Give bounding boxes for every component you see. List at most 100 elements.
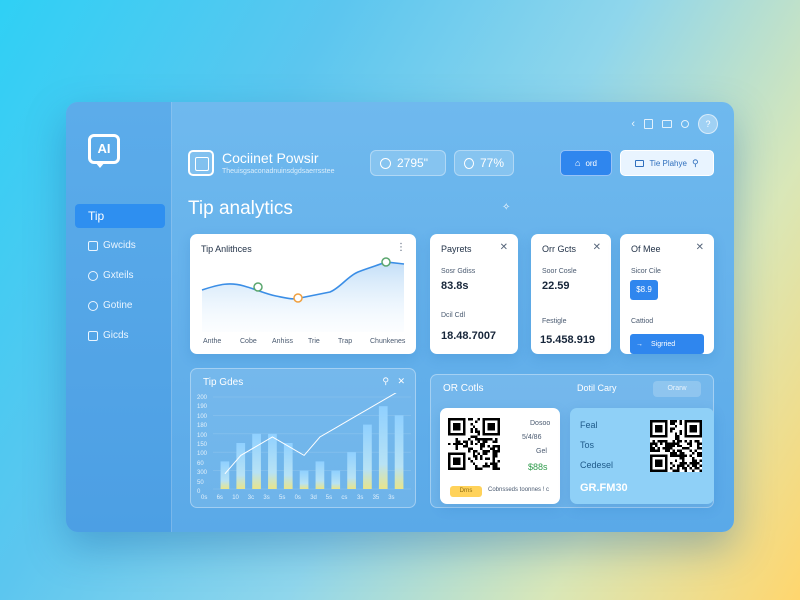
sidebar-item-label: Tip [88, 209, 105, 223]
qr-footer: Cobnsseds toonnes ! c [488, 487, 550, 493]
stat-pill-count[interactable]: 2795" [370, 150, 446, 176]
y-tick: 60 [197, 460, 204, 467]
qr-code[interactable] [448, 418, 500, 470]
primary-button[interactable]: ⌂ ord [560, 150, 612, 176]
x-tick: 3s [263, 495, 270, 501]
bar[interactable] [283, 443, 293, 489]
data-point [381, 257, 391, 267]
stat-value: 77% [479, 156, 504, 170]
stat-label: Dcil Cdl [441, 312, 466, 319]
secondary-button[interactable]: Tie Plahye ⚲ [620, 150, 714, 176]
grid-icon [88, 241, 98, 251]
bar[interactable] [299, 470, 309, 489]
search-icon[interactable]: ⚲ [382, 376, 389, 387]
back-icon[interactable]: ‹ [631, 118, 635, 130]
value-badge[interactable]: $8.9 [630, 280, 658, 300]
x-tick: 3c [247, 495, 255, 501]
x-tick: 10 [232, 495, 239, 501]
bar[interactable] [220, 461, 230, 489]
brand-subtitle: Theuisgsaconadnuinsdgdsaerrsstee [222, 168, 335, 175]
bar[interactable] [315, 461, 325, 489]
bar[interactable] [236, 443, 246, 489]
sidebar-item-gicds[interactable]: Gicds [75, 324, 165, 348]
y-tick: 100 [197, 432, 208, 439]
avatar[interactable]: ? [698, 114, 718, 134]
submit-button[interactable]: → Sigrried [630, 334, 704, 354]
topbar-controls: ‹ ? [631, 114, 718, 134]
y-tick: 100 [197, 413, 208, 420]
qr-line: Tos [580, 440, 595, 450]
tip-line-chart [201, 257, 405, 332]
bar[interactable] [378, 406, 388, 489]
y-tick: 150 [197, 442, 208, 448]
app-logo[interactable]: AI [88, 134, 120, 168]
window-icon[interactable] [662, 120, 672, 128]
panel-button-label: Orarw [667, 385, 687, 392]
qr-line: 5/4/86 [522, 434, 542, 441]
x-tick: Cobe [240, 338, 257, 345]
stat-pill-percent[interactable]: 77% [454, 150, 514, 176]
sidebar-item-gotine[interactable]: Gotine [75, 294, 165, 318]
stat-label: Soor Cosle [542, 268, 577, 275]
x-tick: 5s [279, 495, 286, 501]
y-tick: 100 [197, 451, 208, 458]
card-title: Payrets [441, 244, 472, 254]
status-badge: Drns [450, 486, 482, 497]
more-icon[interactable]: ⋮ [396, 242, 406, 253]
y-tick: 0 [197, 489, 201, 495]
sidebar-item-gwcids[interactable]: Gwcids [75, 234, 165, 258]
panel-button[interactable]: Orarw [653, 381, 701, 397]
tip-codes-bar-chart [213, 393, 411, 490]
y-tick: 300 [197, 470, 208, 477]
qr-line: Dosoo [530, 420, 551, 427]
stat-value: 22.59 [542, 280, 570, 292]
close-icon[interactable]: ✕ [500, 242, 508, 253]
share-icon[interactable] [681, 120, 689, 128]
stat-value: 2795" [397, 156, 428, 170]
bar[interactable] [252, 433, 261, 489]
qr-code[interactable] [650, 420, 702, 472]
sidebar-item-label: Gotine [103, 300, 133, 311]
sidebar-item-tip[interactable]: Tip [75, 204, 165, 228]
panel-title: OR Cotls [443, 383, 484, 394]
close-icon[interactable]: ✕ [593, 242, 601, 253]
sidebar-item-label: Gwcids [103, 240, 136, 251]
copy-icon[interactable] [644, 119, 653, 129]
x-tick: 0s [201, 495, 208, 501]
brand-icon [188, 150, 214, 176]
sparkle-icon: ✧ [502, 202, 511, 213]
sidebar-item-gxteils[interactable]: Gxteils [75, 264, 165, 288]
document-icon [88, 331, 98, 341]
brand-header: Cociinet Powsir Theuisgsaconadnuinsdgdsa… [188, 146, 348, 182]
heart-icon [464, 157, 474, 169]
qr-line: Feal [580, 420, 598, 430]
bar[interactable] [268, 433, 277, 489]
bar[interactable] [363, 424, 372, 489]
tip-codes-panel: Tip Gdes ⚲ ✕ 200 190 100 180 100 150 100 60 300 5… [190, 368, 416, 508]
primary-button-label: ord [585, 158, 597, 168]
data-point [253, 282, 263, 292]
stat-value: 83.8s [441, 280, 469, 292]
x-tick: cs [341, 495, 348, 501]
stat-label: Cattiod [631, 318, 654, 325]
close-icon[interactable]: ✕ [397, 376, 405, 387]
bar[interactable] [347, 452, 356, 489]
submit-button-label: Sigrried [651, 340, 676, 348]
qr-code-text: GR.FM30 [580, 482, 628, 494]
x-tick: 3d [310, 495, 317, 501]
x-tick: Anhiss [272, 338, 294, 345]
x-tick: 3s [357, 495, 364, 501]
x-tick: Trie [308, 338, 320, 345]
y-tick: 180 [197, 423, 208, 430]
data-point [293, 293, 303, 303]
stat-value: 15.458.919 [540, 334, 596, 346]
stat-label: Sosr Gdiss [441, 268, 476, 275]
x-tick: 0s [294, 495, 301, 501]
close-icon[interactable]: ✕ [696, 242, 704, 253]
stat-label: Festigle [542, 318, 567, 325]
x-tick: Trap [338, 338, 353, 345]
bar[interactable] [394, 415, 404, 489]
page-title: Tip analytics [188, 198, 293, 219]
x-tick: 35 [372, 495, 380, 501]
bar[interactable] [331, 470, 341, 489]
